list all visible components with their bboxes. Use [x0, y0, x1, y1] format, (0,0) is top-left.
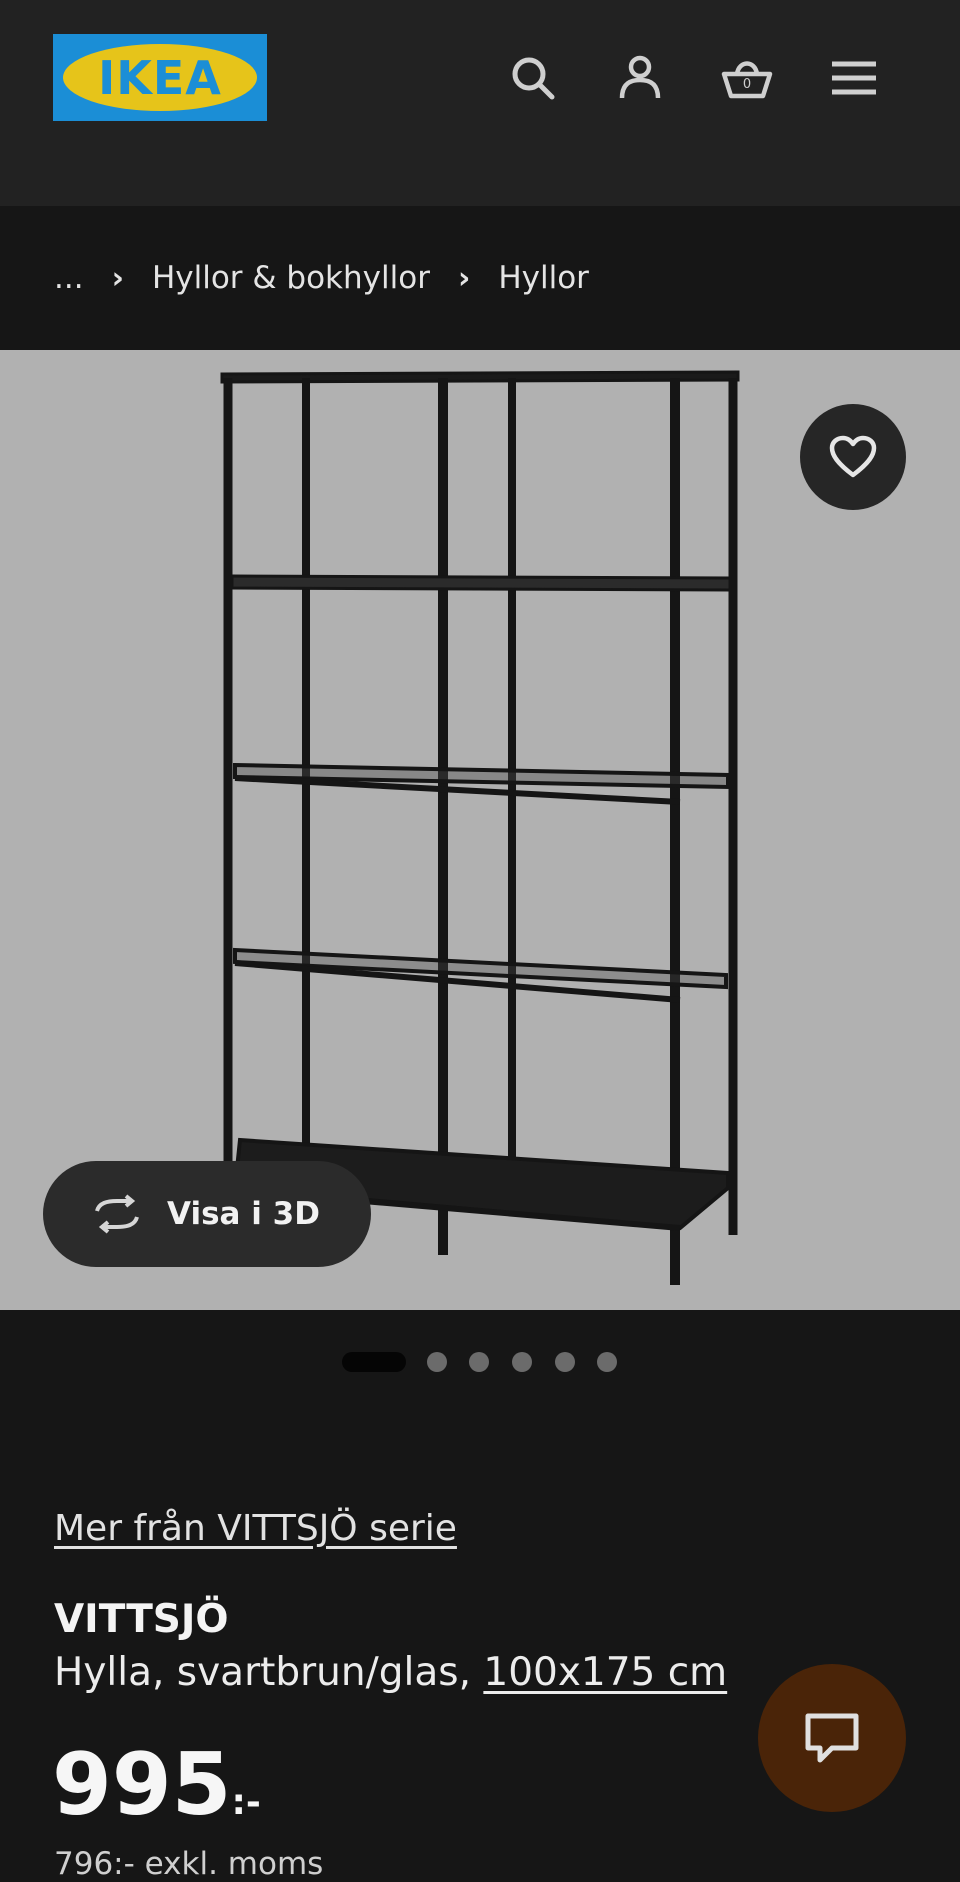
- carousel-dot[interactable]: [597, 1352, 617, 1372]
- rotate-3d-icon: [95, 1194, 139, 1234]
- breadcrumb-ellipsis[interactable]: ...: [54, 260, 84, 296]
- ikea-logo[interactable]: IKEA: [53, 34, 267, 121]
- menu-icon[interactable]: [828, 52, 880, 104]
- price-suffix: :-: [231, 1782, 261, 1823]
- view-in-3d-button[interactable]: Visa i 3D: [43, 1161, 371, 1267]
- carousel-dot-active[interactable]: [342, 1352, 406, 1372]
- search-icon[interactable]: [507, 52, 559, 104]
- series-link[interactable]: Mer från VITTSJÖ serie: [54, 1508, 457, 1549]
- product-dimensions-link[interactable]: 100x175 cm: [483, 1650, 727, 1695]
- breadcrumb-separator: ›: [111, 260, 124, 296]
- view-in-3d-label: Visa i 3D: [167, 1196, 320, 1232]
- product-description: Hylla, svartbrun/glas, 100x175 cm: [54, 1650, 727, 1695]
- product-type: Hylla, svartbrun/glas,: [54, 1650, 471, 1695]
- product-price: 995:-: [52, 1735, 261, 1835]
- svg-text:0: 0: [743, 77, 751, 92]
- shopping-basket-icon[interactable]: 0: [721, 52, 773, 104]
- breadcrumb-separator: ›: [457, 260, 471, 296]
- favorite-button[interactable]: [800, 404, 906, 510]
- heart-icon: [829, 435, 877, 478]
- carousel-dot[interactable]: [555, 1352, 575, 1372]
- user-icon[interactable]: [614, 52, 666, 104]
- image-carousel-indicator: [0, 1352, 960, 1372]
- chat-button[interactable]: [758, 1664, 906, 1812]
- carousel-dot[interactable]: [512, 1352, 532, 1372]
- breadcrumb-item-shelves-bookcases[interactable]: Hyllor & bokhyllor: [152, 260, 430, 296]
- logo-oval: IKEA: [63, 44, 257, 111]
- breadcrumb: ... › Hyllor & bokhyllor › Hyllor: [0, 206, 960, 350]
- product-name: VITTSJÖ: [54, 1597, 229, 1642]
- breadcrumb-item-shelves[interactable]: Hyllor: [498, 260, 589, 296]
- carousel-dot[interactable]: [427, 1352, 447, 1372]
- site-header: IKEA 0: [0, 0, 960, 206]
- price-excl-vat: 796:- exkl. moms: [54, 1846, 324, 1882]
- price-value: 995: [52, 1735, 232, 1835]
- carousel-dot[interactable]: [469, 1352, 489, 1372]
- chat-bubble-icon: [805, 1713, 859, 1763]
- logo-text: IKEA: [98, 50, 222, 105]
